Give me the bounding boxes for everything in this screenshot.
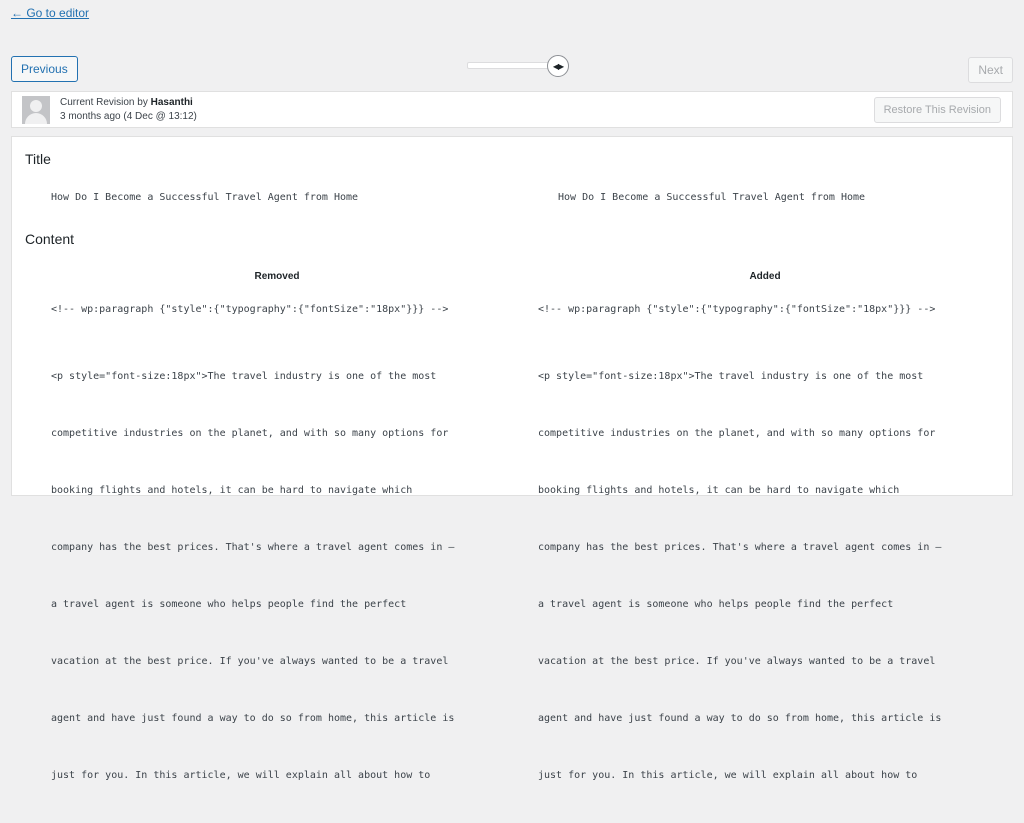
line: vacation at the best price. If you've al… xyxy=(51,656,449,667)
line: <p style="font-size:18px">The travel ind… xyxy=(51,371,437,382)
added-column-header: Added xyxy=(749,271,781,282)
line: competitive industries on the planet, an… xyxy=(51,428,449,439)
avatar-head-shape xyxy=(30,100,42,112)
next-button[interactable]: Next xyxy=(968,57,1013,83)
content-heading: Content xyxy=(25,231,75,247)
line: just for you. In this article, we will e… xyxy=(538,770,918,781)
line: agent and have just found a way to do so… xyxy=(538,713,942,724)
line: company has the best prices. That's wher… xyxy=(51,542,455,553)
title-removed-value: How Do I Become a Successful Travel Agen… xyxy=(51,192,359,203)
title-heading: Title xyxy=(25,151,51,167)
paragraph-added: <p style="font-size:18px">The travel ind… xyxy=(538,329,998,823)
line: booking flights and hotels, it can be ha… xyxy=(538,485,900,496)
removed-column-header: Removed xyxy=(254,271,300,282)
revision-slider-handle[interactable]: ◀▶ xyxy=(547,55,569,77)
line: booking flights and hotels, it can be ha… xyxy=(51,485,413,496)
restore-revision-button[interactable]: Restore This Revision xyxy=(873,97,1001,123)
line: a travel agent is someone who helps peop… xyxy=(51,599,407,610)
line: <p style="font-size:18px">The travel ind… xyxy=(538,371,924,382)
line: vacation at the best price. If you've al… xyxy=(538,656,936,667)
revision-author: Hasanthi xyxy=(150,97,193,108)
paragraph-removed: <p style="font-size:18px">The travel ind… xyxy=(51,329,511,823)
removed-column: <!-- wp:paragraph {"style":{"typography"… xyxy=(51,304,511,823)
go-to-editor-link[interactable]: ← Go to editor xyxy=(11,6,89,20)
title-added-value: How Do I Become a Successful Travel Agen… xyxy=(558,192,866,203)
line: just for you. In this article, we will e… xyxy=(51,770,431,781)
diff-panel: Title How Do I Become a Successful Trave… xyxy=(11,136,1013,781)
revision-prefix: Current Revision by xyxy=(60,97,151,108)
slider-arrows-icon: ◀▶ xyxy=(552,61,564,71)
line: a travel agent is someone who helps peop… xyxy=(538,599,894,610)
revision-meta-bar: Current Revision by Hasanthi 3 months ag… xyxy=(11,91,1013,128)
revision-author-line: Current Revision by Hasanthi xyxy=(60,97,193,108)
line: agent and have just found a way to do so… xyxy=(51,713,455,724)
previous-button[interactable]: Previous xyxy=(11,56,78,82)
avatar-body-shape xyxy=(25,113,47,124)
revision-date: 3 months ago (4 Dec @ 13:12) xyxy=(60,111,197,122)
block-comment-removed: <!-- wp:paragraph {"style":{"typography"… xyxy=(51,304,449,315)
block-comment-added: <!-- wp:paragraph {"style":{"typography"… xyxy=(538,304,936,315)
line: company has the best prices. That's wher… xyxy=(538,542,942,553)
avatar xyxy=(22,96,50,124)
line: competitive industries on the planet, an… xyxy=(538,428,936,439)
added-column: <!-- wp:paragraph {"style":{"typography"… xyxy=(538,304,998,823)
